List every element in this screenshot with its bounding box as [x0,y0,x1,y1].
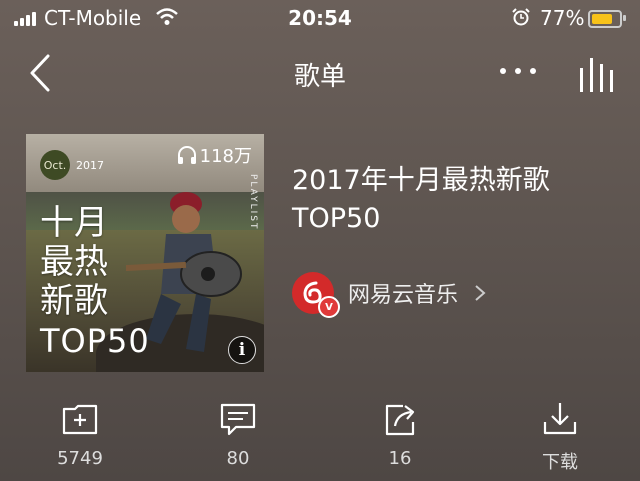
playlist-tag: PLAYLIST [248,174,258,231]
battery-icon [588,10,626,28]
creator-name: 网易云音乐 [348,283,459,308]
cover-top50: TOP50 [40,322,150,360]
netease-logo-icon: V [292,272,340,318]
info-icon[interactable]: i [228,336,256,364]
battery-percent: 77% [540,6,585,30]
playlist-title: 2017年十月最热新歌TOP50 [292,165,550,234]
download-icon [543,403,577,435]
equalizer-bars-icon[interactable] [578,54,618,94]
date-badge: Oct. 2017 [40,150,104,180]
alarm-icon [512,8,530,26]
playlist-cover[interactable]: Oct. 2017 118万 PLAYLIST 十月 最热 新歌 TOP50 i [26,134,264,372]
action-bar: 5749 80 16 下载 [0,400,640,481]
collect-button[interactable]: 5749 [40,400,120,469]
more-dots-icon[interactable] [500,68,536,74]
cover-title: 十月 最热 新歌 [40,203,108,321]
creator-row[interactable]: V 网易云音乐 [292,272,486,318]
chevron-right-icon [475,285,486,301]
download-button[interactable]: 下载 [520,400,600,474]
verified-badge: V [318,296,340,318]
comment-button[interactable]: 80 [198,400,278,469]
headphones-icon [177,146,196,164]
page-title: 歌单 [293,62,346,92]
share-button[interactable]: 16 [360,400,440,469]
status-bar: CT-Mobile 20:54 77% [0,0,640,36]
share-icon [385,404,415,436]
comment-icon [220,403,256,436]
add-to-folder-icon [62,404,98,435]
play-count: 118万 [177,142,252,168]
